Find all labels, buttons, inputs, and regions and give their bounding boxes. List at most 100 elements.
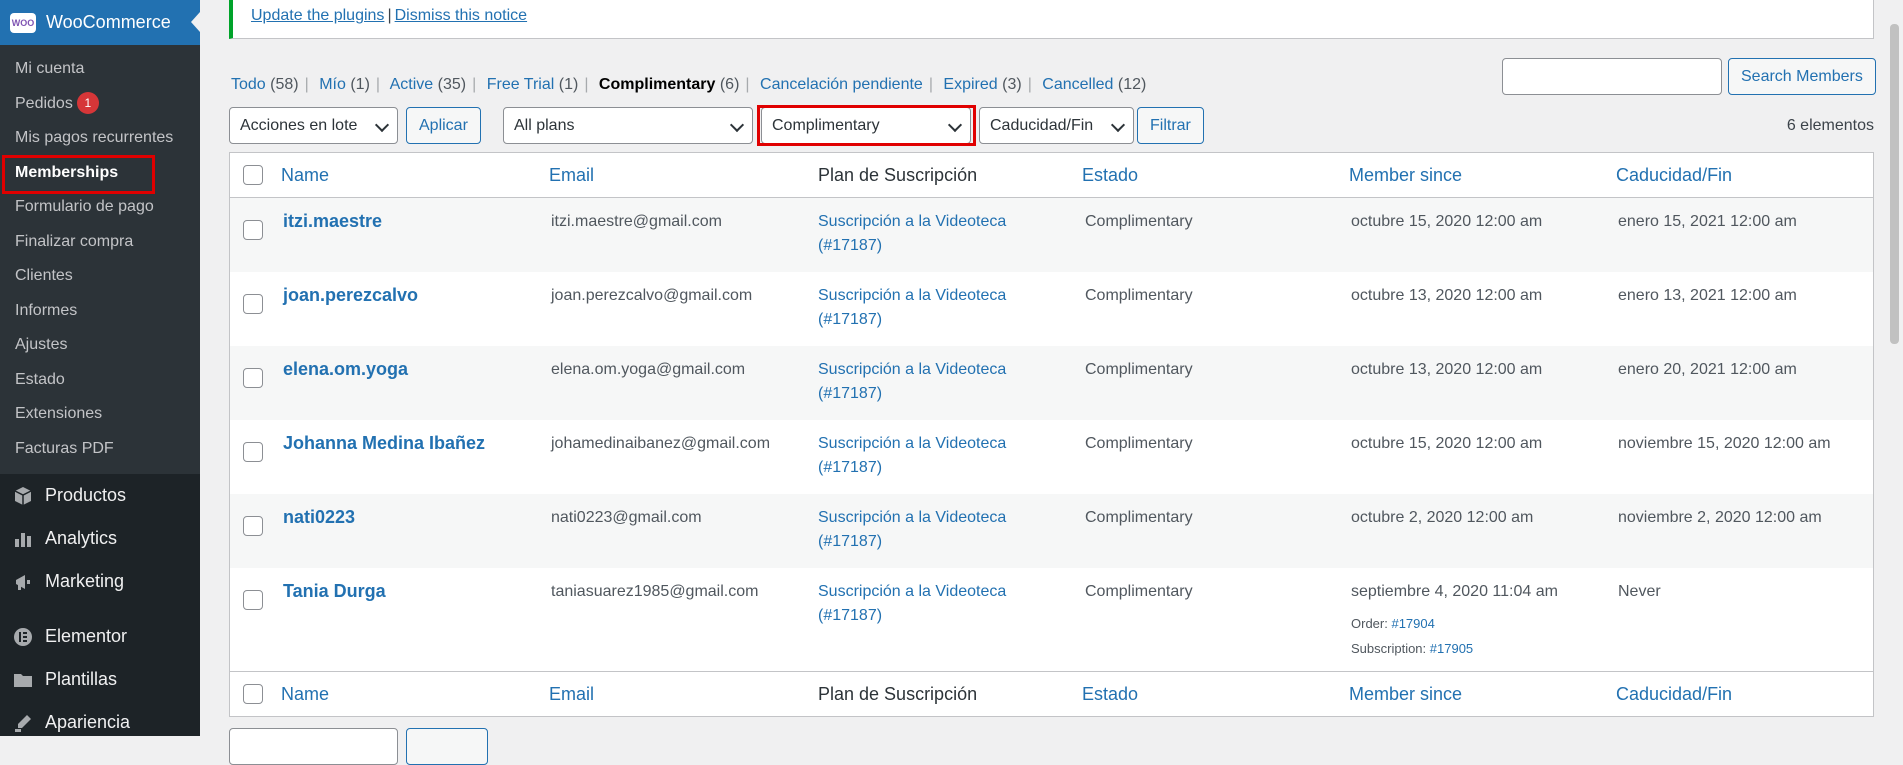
bulk-actions-select[interactable]: Acciones en lote [229,107,398,144]
submenu-item-ajustes[interactable]: Ajustes [0,328,200,363]
member-name-link[interactable]: Tania Durga [283,581,386,602]
member-status: Complimentary [1085,435,1193,452]
dismiss-notice-link[interactable]: Dismiss this notice [395,7,527,24]
column-footer-email[interactable]: Email [549,684,594,705]
expiry-filter-select[interactable]: Caducidad/Fin [979,107,1134,144]
member-status: Complimentary [1085,361,1193,378]
subscription-link[interactable]: #17905 [1430,641,1473,656]
view-free-trial[interactable]: Free Trial (1) [487,76,579,93]
view-mio[interactable]: Mío (1) [319,76,370,93]
column-footer-member-since[interactable]: Member since [1349,684,1462,705]
column-header-caducidad[interactable]: Caducidad/Fin [1616,165,1732,186]
filter-button[interactable]: Filtrar [1137,107,1204,144]
member-name-link[interactable]: Johanna Medina Ibañez [283,433,485,454]
submenu-item-pedidos[interactable]: Pedidos 1 [0,87,200,122]
row-checkbox[interactable] [243,590,263,610]
menu-item-marketing[interactable]: Marketing [0,560,200,603]
woocommerce-menu-header[interactable]: WOO WooCommerce [0,0,200,45]
row-checkbox[interactable] [243,294,263,314]
view-count: (58) [270,76,299,93]
submenu-item-extensiones[interactable]: Extensiones [0,397,200,432]
menu-item-plantillas[interactable]: Plantillas [0,658,200,701]
view-separator: | [745,76,750,93]
status-filter-highlight-box [757,105,976,146]
column-footer-plan: Plan de Suscripción [818,684,978,704]
column-footer-caducidad[interactable]: Caducidad/Fin [1616,684,1732,705]
update-plugins-link[interactable]: Update the plugins [251,7,384,24]
notice-separator: | [387,7,392,24]
member-email: johamedinaibanez@gmail.com [551,435,771,452]
view-complimentary[interactable]: Complimentary (6) [599,76,739,93]
menu-item-apariencia[interactable]: Apariencia [0,701,200,744]
member-email: nati0223@gmail.com [551,509,702,526]
column-header-name[interactable]: Name [281,165,329,186]
menu-item-analytics[interactable]: Analytics [0,517,200,560]
plan-id: (#17187) [818,385,883,402]
member-name-link[interactable]: joan.perezcalvo [283,285,418,306]
view-active[interactable]: Active (35) [390,76,466,93]
scrollbar-thumb[interactable] [1890,24,1899,344]
bulk-actions-select-bottom[interactable] [229,728,398,765]
member-plan-link[interactable]: Suscripción a la Videoteca (#17187) [818,358,1006,406]
column-header-email[interactable]: Email [549,165,594,186]
view-separator: | [928,76,933,93]
submenu-item-informes[interactable]: Informes [0,294,200,329]
member-plan-link[interactable]: Suscripción a la Videoteca (#17187) [818,210,1006,258]
apply-button-bottom[interactable] [406,728,488,765]
view-count: (1) [350,76,370,93]
submenu-item-clientes[interactable]: Clientes [0,259,200,294]
column-header-member-since[interactable]: Member since [1349,165,1462,186]
plan-filter-select[interactable]: All plans [503,107,753,144]
row-checkbox[interactable] [243,368,263,388]
order-label: Order: [1351,616,1388,631]
submenu-item-mi-cuenta[interactable]: Mi cuenta [0,52,200,87]
search-members-button[interactable]: Search Members [1728,58,1876,95]
search-members-input[interactable] [1502,58,1722,95]
submenu-item-facturas-pdf[interactable]: Facturas PDF [0,432,200,467]
view-cancelacion-pendiente[interactable]: Cancelación pendiente [760,76,923,93]
submenu-item-finalizar-compra[interactable]: Finalizar compra [0,225,200,260]
woocommerce-menu-title: WooCommerce [46,12,171,32]
submenu-item-estado[interactable]: Estado [0,363,200,398]
table-header-row: Name Email Plan de Suscripción Estado Me… [230,153,1873,198]
view-todo[interactable]: Todo (58) [231,76,299,93]
view-separator: | [1027,76,1032,93]
subscription-label: Subscription: [1351,641,1427,656]
view-expired[interactable]: Expired (3) [943,76,1021,93]
menu-item-label: Marketing [45,571,125,591]
member-expires: Never [1618,583,1661,600]
member-name-link[interactable]: nati0223 [283,507,355,528]
submenu-item-formulario-de-pago[interactable]: Formulario de pago [0,190,200,225]
column-footer-estado[interactable]: Estado [1082,684,1138,705]
column-footer-name[interactable]: Name [281,684,329,705]
member-plan-link[interactable]: Suscripción a la Videoteca (#17187) [818,432,1006,480]
order-link[interactable]: #17904 [1391,616,1434,631]
page-scrollbar[interactable] [1886,0,1903,736]
plan-name: Suscripción a la Videoteca [818,583,1007,600]
menu-item-productos[interactable]: Productos [0,474,200,517]
member-plan-link[interactable]: Suscripción a la Videoteca (#17187) [818,580,1006,628]
apply-button[interactable]: Aplicar [406,107,481,144]
table-row: elena.om.yoga elena.om.yoga@gmail.com Su… [230,346,1873,420]
table-nav-top: Acciones en lote Aplicar All plans Compl… [229,105,1874,146]
plan-id: (#17187) [818,237,883,254]
menu-item-elementor[interactable]: Elementor [0,615,200,658]
member-plan-link[interactable]: Suscripción a la Videoteca (#17187) [818,284,1006,332]
view-label: Cancelación pendiente [760,76,923,93]
member-plan-link[interactable]: Suscripción a la Videoteca (#17187) [818,506,1006,554]
submenu-item-mis-pagos-recurrentes[interactable]: Mis pagos recurrentes [0,121,200,156]
member-since: octubre 13, 2020 12:00 am [1351,361,1543,378]
menu-item-label: Productos [45,485,127,505]
subscription-meta: Subscription: #17905 [1351,641,1473,656]
member-name-link[interactable]: elena.om.yoga [283,359,408,380]
row-checkbox[interactable] [243,220,263,240]
select-all-checkbox-footer[interactable] [243,684,263,704]
row-checkbox[interactable] [243,516,263,536]
column-header-estado[interactable]: Estado [1082,165,1138,186]
view-cancelled[interactable]: Cancelled (12) [1042,76,1146,93]
row-checkbox[interactable] [243,442,263,462]
appearance-icon [10,711,36,735]
member-name-link[interactable]: itzi.maestre [283,211,382,232]
select-all-checkbox[interactable] [243,165,263,185]
view-separator: | [584,76,589,93]
